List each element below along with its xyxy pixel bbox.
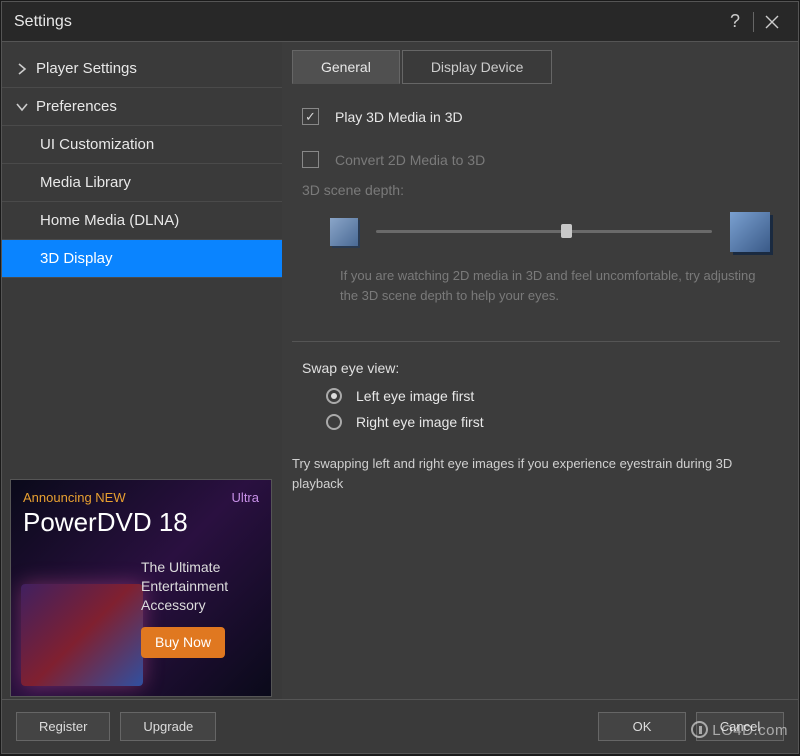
chevron-down-icon xyxy=(16,101,28,113)
chevron-right-icon xyxy=(16,63,28,75)
radio-row-left-eye: Left eye image first xyxy=(326,388,780,404)
nav-item-3d-display[interactable]: 3D Display xyxy=(2,240,282,278)
nav-section-label: Player Settings xyxy=(36,60,137,77)
cube-large-icon xyxy=(730,212,770,252)
radio-right-eye-first[interactable] xyxy=(326,414,342,430)
checkbox-convert-2d[interactable] xyxy=(302,151,319,168)
window-title: Settings xyxy=(14,13,721,31)
radio-row-right-eye: Right eye image first xyxy=(326,414,780,430)
sidebar-spacer xyxy=(2,278,282,471)
content-row: Player Settings Preferences UI Customiza… xyxy=(2,42,798,699)
radio-left-eye-first[interactable] xyxy=(326,388,342,404)
sidebar: Player Settings Preferences UI Customiza… xyxy=(2,42,282,699)
depth-hint: If you are watching 2D media in 3D and f… xyxy=(340,266,770,305)
option-convert-2d: Convert 2D Media to 3D xyxy=(302,151,780,168)
ad-tagline: The Ultimate Entertainment Accessory xyxy=(141,558,259,615)
ad-preheader: Announcing NEW xyxy=(23,490,126,505)
nav-section-player-settings[interactable]: Player Settings xyxy=(2,50,282,88)
swap-hint: Try swapping left and right eye images i… xyxy=(292,454,770,493)
titlebar-divider xyxy=(753,12,754,32)
label-swap-eye-view: Swap eye view: xyxy=(302,360,780,376)
tab-display-device[interactable]: Display Device xyxy=(402,50,553,84)
ad-edition: Ultra xyxy=(232,490,259,505)
divider xyxy=(292,341,780,342)
tab-bar: General Display Device xyxy=(292,50,780,84)
nav-item-home-media[interactable]: Home Media (DLNA) xyxy=(2,202,282,240)
nav-item-media-library[interactable]: Media Library xyxy=(2,164,282,202)
depth-slider-row xyxy=(330,212,770,252)
option-play-3d: Play 3D Media in 3D xyxy=(302,108,780,125)
label-play-3d: Play 3D Media in 3D xyxy=(335,109,463,125)
nav-section-preferences[interactable]: Preferences xyxy=(2,88,282,126)
label-3d-scene-depth: 3D scene depth: xyxy=(302,182,780,198)
slider-thumb[interactable] xyxy=(561,224,572,238)
help-icon: ? xyxy=(730,11,740,32)
settings-window: Settings ? Player Settings Preferences U… xyxy=(1,1,799,754)
bottom-bar: Register Upgrade OK Cancel xyxy=(2,699,798,753)
ad-preheader-row: Announcing NEW Ultra xyxy=(23,490,259,505)
ok-button[interactable]: OK xyxy=(598,712,686,741)
cancel-button[interactable]: Cancel xyxy=(696,712,784,741)
label-left-eye-first: Left eye image first xyxy=(356,388,474,404)
titlebar: Settings ? xyxy=(2,2,798,42)
close-button[interactable] xyxy=(758,8,786,36)
nav-section-label: Preferences xyxy=(36,98,117,115)
cube-small-icon xyxy=(330,218,358,246)
ad-buy-button[interactable]: Buy Now xyxy=(141,627,225,658)
slider-track xyxy=(376,230,712,233)
register-button[interactable]: Register xyxy=(16,712,110,741)
nav-item-ui-customization[interactable]: UI Customization xyxy=(2,126,282,164)
close-icon xyxy=(765,15,779,29)
ad-banner[interactable]: Announcing NEW Ultra PowerDVD 18 The Ult… xyxy=(10,479,272,697)
depth-slider[interactable] xyxy=(376,229,712,235)
label-convert-2d: Convert 2D Media to 3D xyxy=(335,152,485,168)
ad-right-col: The Ultimate Entertainment Accessory Buy… xyxy=(141,558,259,658)
tab-general[interactable]: General xyxy=(292,50,400,84)
label-right-eye-first: Right eye image first xyxy=(356,414,484,430)
ad-title: PowerDVD 18 xyxy=(23,507,259,538)
help-button[interactable]: ? xyxy=(721,8,749,36)
checkbox-play-3d[interactable] xyxy=(302,108,319,125)
depth-block: 3D scene depth: If you are watching 2D m… xyxy=(302,182,780,323)
ad-media-image xyxy=(21,584,143,686)
main-panel: General Display Device Play 3D Media in … xyxy=(282,42,798,699)
upgrade-button[interactable]: Upgrade xyxy=(120,712,216,741)
